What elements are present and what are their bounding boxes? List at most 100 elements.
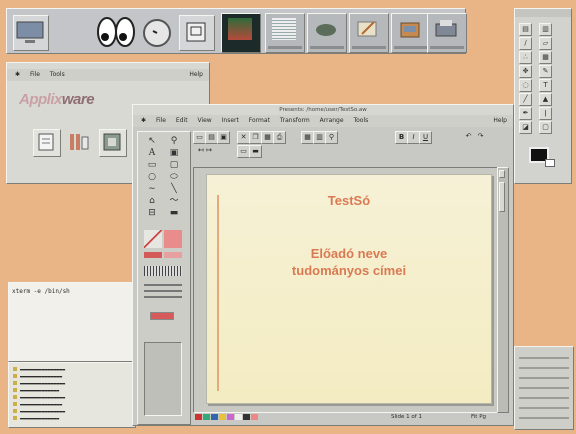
- slide-body[interactable]: Előadó neve tudományos címei: [207, 245, 491, 279]
- line-style-icon[interactable]: [144, 296, 182, 298]
- list-item[interactable]: ▬▬▬▬▬▬▬▬▬▬▬▬▬: [13, 416, 131, 423]
- outline-view-icon[interactable]: ▬: [249, 145, 262, 158]
- grid-tool-icon[interactable]: ▦: [539, 51, 552, 64]
- eraser-tool-icon[interactable]: ▱: [539, 37, 552, 50]
- line-tool-icon[interactable]: ╱: [519, 93, 532, 106]
- ellipse-tool-icon[interactable]: ○: [143, 172, 161, 183]
- list-item[interactable]: ▬▬▬▬▬▬▬▬▬▬▬▬▬: [13, 388, 131, 395]
- zoom-icon[interactable]: ⚲: [325, 131, 338, 144]
- spreadsheet-button[interactable]: [33, 129, 61, 157]
- background-color-swatch[interactable]: [545, 159, 555, 167]
- clear-tool-icon[interactable]: ▢: [539, 121, 552, 134]
- list-item[interactable]: ▬▬▬▬▬▬▬▬▬▬▬▬▬▬▬: [13, 367, 131, 374]
- nav-arrows[interactable]: ↤ ↦: [193, 145, 217, 156]
- network-icon[interactable]: [307, 13, 347, 53]
- arrow-style-icon[interactable]: [150, 312, 174, 320]
- scroll-thumb[interactable]: [499, 182, 505, 212]
- menu-view[interactable]: View: [197, 117, 211, 124]
- color-swatch[interactable]: [211, 414, 218, 420]
- line-tool-icon[interactable]: ▥: [539, 23, 552, 36]
- lasso-tool-icon[interactable]: ◌: [519, 79, 532, 92]
- move-tool-icon[interactable]: ✥: [519, 65, 532, 78]
- text-tool-icon[interactable]: A: [143, 148, 161, 159]
- connector-tool-icon[interactable]: ⊟: [143, 208, 161, 219]
- oval-tool-icon[interactable]: ⬭: [165, 172, 183, 183]
- pattern-swatch[interactable]: [164, 252, 182, 258]
- menu-insert[interactable]: Insert: [222, 117, 239, 124]
- menu-edit[interactable]: Edit: [176, 117, 188, 124]
- redo-button[interactable]: ↷: [475, 131, 486, 142]
- clock-icon[interactable]: [141, 15, 175, 49]
- freehand-tool-icon[interactable]: 〜: [165, 196, 183, 207]
- list-item[interactable]: ▬▬▬▬▬▬▬▬▬▬▬▬▬▬▬: [13, 409, 131, 416]
- airbrush-tool-icon[interactable]: ∴: [519, 51, 532, 64]
- menu-arrange[interactable]: Arrange: [320, 117, 344, 124]
- save-icon[interactable]: ▣: [217, 131, 230, 144]
- fill-tool-icon[interactable]: ▤: [519, 23, 532, 36]
- printer-icon[interactable]: [427, 13, 467, 53]
- mail-list[interactable]: ▬▬▬▬▬▬▬▬▬▬▬▬▬▬▬ ▬▬▬▬▬▬▬▬▬▬▬▬▬▬ ▬▬▬▬▬▬▬▬▬…: [8, 362, 136, 428]
- color-swatch[interactable]: [243, 414, 250, 420]
- shape-tool-icon[interactable]: ▲: [539, 93, 552, 106]
- slide-canvas[interactable]: TestSó Előadó neve tudományos címei: [193, 167, 507, 413]
- pencil-tool-icon[interactable]: ✎: [539, 65, 552, 78]
- zoom-level[interactable]: Fit Pg: [471, 411, 486, 423]
- text-tool-icon[interactable]: T: [539, 79, 552, 92]
- words-button[interactable]: [67, 129, 93, 155]
- polygon-tool-icon[interactable]: ⌂: [143, 196, 161, 207]
- list-item[interactable]: ▬▬▬▬▬▬▬▬▬▬▬▬▬▬: [13, 374, 131, 381]
- line-style-icon[interactable]: [144, 290, 182, 292]
- window-title[interactable]: Presents: /home/user/TestSo.aw: [133, 105, 513, 115]
- menu-file[interactable]: File: [30, 71, 40, 78]
- terminal-icon[interactable]: [221, 13, 261, 53]
- menu-file[interactable]: File: [156, 117, 166, 124]
- list-item[interactable]: ▬▬▬▬▬▬▬▬▬▬▬▬▬▬▬: [13, 381, 131, 388]
- color-swatch[interactable]: [235, 414, 242, 420]
- brush-tool-icon[interactable]: ∕: [519, 37, 532, 50]
- star-icon[interactable]: ✱: [141, 117, 146, 124]
- rounded-rect-tool-icon[interactable]: ▢: [165, 160, 183, 171]
- menu-tools[interactable]: Tools: [50, 71, 65, 78]
- menu-format[interactable]: Format: [249, 117, 270, 124]
- pen-tool-icon[interactable]: ✒: [519, 107, 532, 120]
- scroll-up-arrow[interactable]: [499, 170, 505, 178]
- pattern-swatch[interactable]: [144, 252, 162, 258]
- eyes-icon[interactable]: [97, 15, 135, 49]
- dropper-tool-icon[interactable]: ǀ: [539, 107, 552, 120]
- palette-titlebar[interactable]: [515, 9, 571, 17]
- color-swatch[interactable]: [219, 414, 226, 420]
- vertical-scrollbar[interactable]: [497, 167, 509, 413]
- color-swatch[interactable]: [251, 414, 258, 420]
- menu-transform[interactable]: Transform: [280, 117, 310, 124]
- folder-icon[interactable]: [391, 13, 431, 53]
- graphics-button[interactable]: [99, 129, 127, 157]
- line-tool-icon[interactable]: ╲: [165, 184, 183, 195]
- line-color-swatch[interactable]: [144, 230, 162, 248]
- star-icon[interactable]: ✱: [15, 71, 20, 78]
- monitor-icon[interactable]: [13, 15, 49, 51]
- line-style-icon[interactable]: [144, 284, 182, 286]
- print-icon[interactable]: ⎙: [273, 131, 286, 144]
- slide-title[interactable]: TestSó: [207, 193, 491, 208]
- undo-button[interactable]: ↶: [463, 131, 474, 142]
- shell-window[interactable]: xterm -e /bin/sh: [8, 282, 134, 362]
- color-swatch[interactable]: [227, 414, 234, 420]
- list-item[interactable]: ▬▬▬▬▬▬▬▬▬▬▬▬▬▬: [13, 402, 131, 409]
- color-swatch[interactable]: [195, 414, 202, 420]
- image-tool-icon[interactable]: ▣: [165, 148, 183, 159]
- document-icon[interactable]: [265, 13, 305, 53]
- menu-help[interactable]: Help: [189, 69, 203, 81]
- menu-help[interactable]: Help: [493, 115, 507, 127]
- calendar-icon[interactable]: [179, 15, 215, 51]
- line-width-icon[interactable]: [144, 266, 182, 276]
- rectangle-tool-icon[interactable]: ▭: [143, 160, 161, 171]
- curve-tool-icon[interactable]: ∼: [143, 184, 161, 195]
- color-swatch[interactable]: [203, 414, 210, 420]
- underline-button[interactable]: U: [419, 131, 432, 144]
- fill-color-swatch[interactable]: [164, 230, 182, 248]
- chart-tool-icon[interactable]: ▬: [165, 208, 183, 219]
- select-arrow-icon[interactable]: ↖: [143, 136, 161, 147]
- list-item[interactable]: ▬▬▬▬▬▬▬▬▬▬▬▬▬▬▬: [13, 395, 131, 402]
- slide[interactable]: TestSó Előadó neve tudományos címei: [206, 174, 492, 404]
- paint-icon[interactable]: [349, 13, 389, 53]
